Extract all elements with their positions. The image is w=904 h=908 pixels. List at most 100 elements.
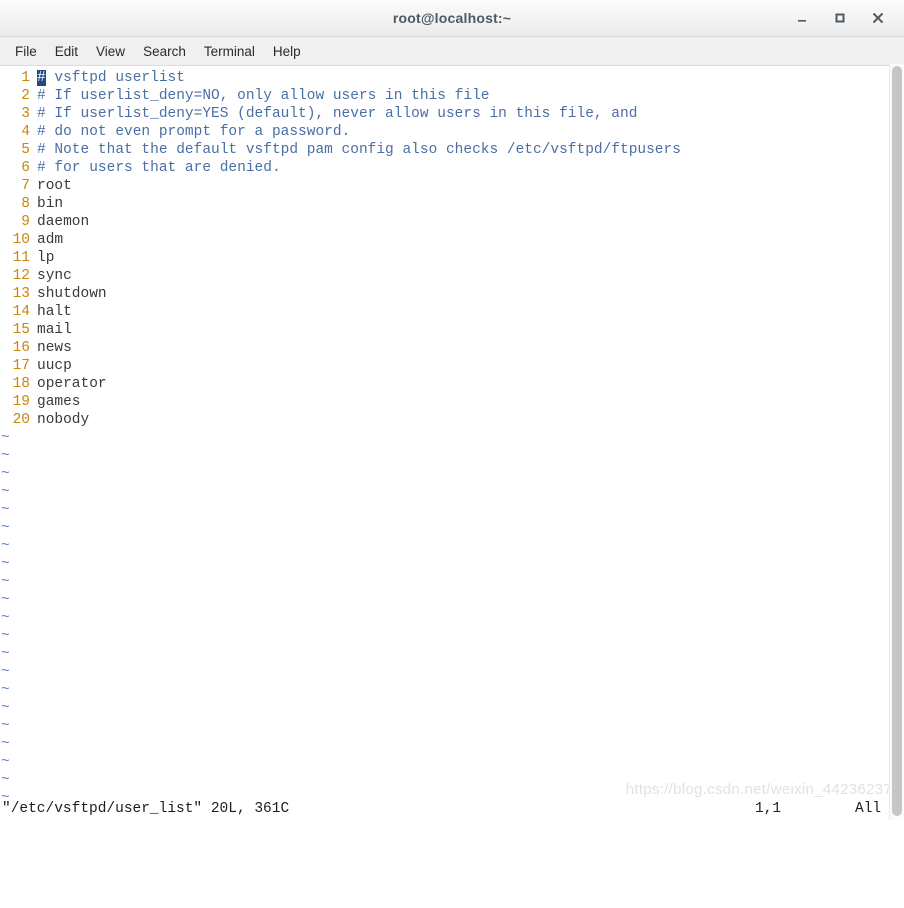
menu-bar: File Edit View Search Terminal Help — [0, 37, 904, 66]
text-cursor: # — [37, 70, 46, 86]
empty-line-marker: ~ — [1, 430, 10, 446]
line-content: # do not even prompt for a password. — [37, 124, 351, 140]
line-content: news — [37, 340, 72, 356]
line-number: 8 — [21, 196, 30, 212]
code-line: 18 operator — [0, 375, 904, 393]
code-line: 15 mail — [0, 321, 904, 339]
line-number: 3 — [21, 106, 30, 122]
line-number: 18 — [12, 376, 30, 392]
empty-line-marker: ~ — [1, 754, 10, 770]
empty-line-marker: ~ — [1, 790, 10, 798]
code-line: 17 uucp — [0, 357, 904, 375]
code-line: 12 sync — [0, 267, 904, 285]
code-line: 11 lp — [0, 249, 904, 267]
status-scroll-indicator: All — [855, 801, 882, 817]
line-number: 15 — [12, 322, 30, 338]
empty-line-marker: ~ — [1, 592, 10, 608]
empty-line-marker: ~ — [1, 610, 10, 626]
empty-line-markers: ~ ~ ~ ~ ~ ~ ~ ~ ~ ~ ~ ~ ~ ~ ~ ~ ~ ~ ~ ~ ~ — [0, 429, 904, 798]
line-content: mail — [37, 322, 72, 338]
line-number: 5 — [21, 142, 30, 158]
line-number: 17 — [12, 358, 30, 374]
close-icon[interactable] — [868, 8, 888, 28]
line-content: halt — [37, 304, 72, 320]
line-number: 2 — [21, 88, 30, 104]
code-line: 8 bin — [0, 195, 904, 213]
line-number: 20 — [12, 412, 30, 428]
code-line: 4 # do not even prompt for a password. — [0, 123, 904, 141]
code-line: 14 halt — [0, 303, 904, 321]
vertical-scrollbar[interactable] — [889, 64, 904, 820]
terminal-window: root@localhost:~ File Edit View Search T… — [0, 0, 904, 820]
menu-item-help[interactable]: Help — [264, 41, 310, 62]
line-number: 13 — [12, 286, 30, 302]
minimize-icon[interactable] — [792, 8, 812, 28]
code-line: 3 # If userlist_deny=YES (default), never… — [0, 105, 904, 123]
menu-item-terminal[interactable]: Terminal — [195, 41, 264, 62]
line-content: bin — [37, 196, 64, 212]
code-line: 5 # Note that the default vsftpd pam conf… — [0, 141, 904, 159]
empty-line-marker: ~ — [1, 718, 10, 734]
window-title: root@localhost:~ — [392, 10, 512, 26]
line-number: 4 — [21, 124, 30, 140]
empty-line-marker: ~ — [1, 466, 10, 482]
line-content: games — [37, 394, 81, 410]
code-line: 10 adm — [0, 231, 904, 249]
line-number: 12 — [12, 268, 30, 284]
title-bar: root@localhost:~ — [0, 0, 904, 37]
vim-editor-area[interactable]: 1 # vsftpd userlist 2 # If userlist_deny=NO… — [0, 66, 904, 798]
line-content: nobody — [37, 412, 90, 428]
status-cursor-position: 1,1 — [755, 801, 782, 817]
line-content: operator — [37, 376, 107, 392]
line-content: # If userlist_deny=NO, only allow users … — [37, 88, 490, 104]
line-number: 1 — [21, 70, 30, 86]
empty-line-marker: ~ — [1, 682, 10, 698]
menu-item-edit[interactable]: Edit — [46, 41, 87, 62]
line-content: # for users that are denied. — [37, 160, 281, 176]
code-line: 20 nobody — [0, 411, 904, 429]
status-file-info: "/etc/vsftpd/user_list" 20L, 361C — [2, 801, 290, 817]
empty-line-marker: ~ — [1, 574, 10, 590]
empty-line-marker: ~ — [1, 484, 10, 500]
code-lines: 1 # vsftpd userlist 2 # If userlist_deny=NO… — [0, 69, 904, 429]
empty-line-marker: ~ — [1, 520, 10, 536]
line-content: # vsftpd userlist — [37, 70, 185, 86]
line-content: # Note that the default vsftpd pam confi… — [37, 142, 681, 158]
line-content: lp — [37, 250, 55, 266]
line-number: 14 — [12, 304, 30, 320]
menu-item-file[interactable]: File — [6, 41, 46, 62]
empty-line-marker: ~ — [1, 736, 10, 752]
code-line: 1 # vsftpd userlist — [0, 69, 904, 87]
line-number: 6 — [21, 160, 30, 176]
empty-line-marker: ~ — [1, 538, 10, 554]
line-number: 16 — [12, 340, 30, 356]
scrollbar-thumb[interactable] — [892, 66, 902, 816]
empty-line-marker: ~ — [1, 628, 10, 644]
code-line: 19 games — [0, 393, 904, 411]
line-content: # If userlist_deny=YES (default), never … — [37, 106, 638, 122]
menu-item-search[interactable]: Search — [134, 41, 195, 62]
line-content: daemon — [37, 214, 90, 230]
empty-line-marker: ~ — [1, 700, 10, 716]
line-content: sync — [37, 268, 72, 284]
line-content: adm — [37, 232, 64, 248]
line-number: 9 — [21, 214, 30, 230]
code-line: 6 # for users that are denied. — [0, 159, 904, 177]
empty-line-marker: ~ — [1, 646, 10, 662]
code-line: 2 # If userlist_deny=NO, only allow users… — [0, 87, 904, 105]
code-line: 7 root — [0, 177, 904, 195]
line-number: 11 — [12, 250, 30, 266]
code-line: 16 news — [0, 339, 904, 357]
empty-line-marker: ~ — [1, 448, 10, 464]
line-content: uucp — [37, 358, 72, 374]
menu-item-view[interactable]: View — [87, 41, 134, 62]
code-line: 13 shutdown — [0, 285, 904, 303]
empty-line-marker: ~ — [1, 502, 10, 518]
empty-line-marker: ~ — [1, 772, 10, 788]
vim-status-bar: "/etc/vsftpd/user_list" 20L, 361C 1,1 Al… — [0, 798, 904, 820]
code-line: 9 daemon — [0, 213, 904, 231]
empty-line-marker: ~ — [1, 556, 10, 572]
line-number: 10 — [12, 232, 30, 248]
line-number: 19 — [12, 394, 30, 410]
maximize-icon[interactable] — [830, 8, 850, 28]
